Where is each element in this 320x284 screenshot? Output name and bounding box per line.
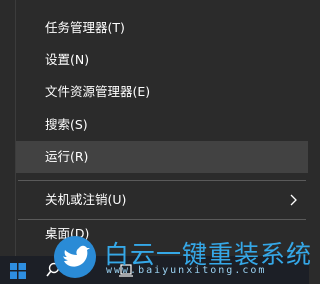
menu-item-shutdown[interactable]: 关机或注销(U)	[16, 184, 308, 216]
menu-item-task-manager[interactable]: 任务管理器(T)	[16, 12, 308, 44]
menu-item-run[interactable]: 运行(R)	[16, 141, 308, 173]
menu-item-label: 设置(N)	[45, 52, 90, 67]
menu-item-label: 关机或注销(U)	[45, 192, 127, 207]
windows-start-icon[interactable]	[10, 263, 26, 279]
watermark: 白云一键重装系统 www.baiyunxitong.com	[54, 232, 311, 282]
menu-item-label: 任务管理器(T)	[45, 20, 125, 35]
watermark-url: www.baiyunxitong.com	[106, 265, 267, 276]
context-menu: 任务管理器(T) 设置(N) 文件资源管理器(E) 搜索(S) 运行(R) 关机…	[15, 0, 310, 256]
menu-item-label: 运行(R)	[45, 149, 89, 164]
chevron-right-icon	[290, 194, 297, 206]
bird-logo-icon	[54, 236, 96, 278]
menu-item-label: 搜索(S)	[45, 117, 88, 132]
menu-item-search[interactable]: 搜索(S)	[16, 109, 308, 141]
menu-item-settings[interactable]: 设置(N)	[16, 44, 308, 76]
menu-item-label: 文件资源管理器(E)	[45, 84, 151, 99]
menu-item-file-explorer[interactable]: 文件资源管理器(E)	[16, 76, 308, 108]
menu-separator	[18, 180, 306, 181]
